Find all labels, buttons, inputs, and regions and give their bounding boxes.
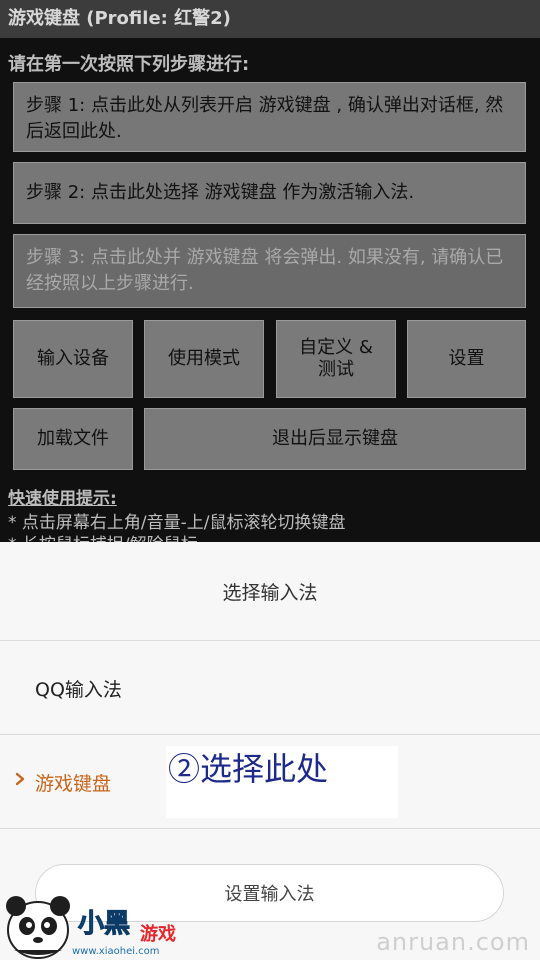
show-keyboard-on-exit-label: 退出后显示键盘	[272, 428, 398, 449]
app-title: 游戏键盘 (Profile: 红警2)	[8, 8, 231, 29]
main-panel: 请在第一次按照下列步骤进行: 步骤 1: 点击此处从列表开启 游戏键盘 , 确认…	[0, 38, 540, 555]
option-qq-input[interactable]: QQ输入法	[0, 641, 540, 733]
customize-test-button[interactable]: 自定义 & 测试	[276, 320, 396, 398]
step-3-label: 步骤 3: 点击此处并 游戏键盘 将会弹出. 如果没有, 请确认已经按照以上步骤…	[26, 247, 504, 294]
usage-mode-label: 使用模式	[168, 348, 240, 369]
intro-text: 请在第一次按照下列步骤进行:	[8, 54, 250, 75]
show-keyboard-on-exit-button[interactable]: 退出后显示键盘	[144, 408, 526, 470]
step-1-label: 步骤 1: 点击此处从列表开启 游戏键盘 , 确认弹出对话框, 然后返回此处.	[26, 95, 504, 142]
step-3-button[interactable]: 步骤 3: 点击此处并 游戏键盘 将会弹出. 如果没有, 请确认已经按照以上步骤…	[13, 234, 526, 308]
chevron-right-icon	[15, 772, 25, 786]
load-file-button[interactable]: 加载文件	[13, 408, 133, 470]
step-1-button[interactable]: 步骤 1: 点击此处从列表开启 游戏键盘 , 确认弹出对话框, 然后返回此处.	[13, 82, 526, 152]
input-device-label: 输入设备	[37, 348, 109, 369]
input-device-button[interactable]: 输入设备	[13, 320, 133, 398]
tips-title: 快速使用提示:	[8, 489, 117, 509]
divider	[0, 828, 540, 829]
picker-title: 选择输入法	[222, 582, 318, 604]
settings-button[interactable]: 设置	[407, 320, 526, 398]
step-2-button[interactable]: 步骤 2: 点击此处选择 游戏键盘 作为激活输入法.	[13, 162, 526, 224]
anruan-watermark: anruan.com	[376, 928, 530, 956]
setup-input-method-label: 设置输入法	[224, 884, 315, 905]
svg-text:游戏: 游戏	[140, 923, 176, 945]
annotation-text: ②选择此处	[168, 750, 329, 788]
customize-label-line1: 自定义 &	[299, 337, 373, 358]
step-2-label: 步骤 2: 点击此处选择 游戏键盘 作为激活输入法.	[26, 182, 415, 203]
option-label: QQ输入法	[35, 679, 122, 701]
option-label: 游戏键盘	[35, 773, 112, 795]
xiaohei-logo-watermark: 小黑 游戏 www.xiaohei.com	[6, 896, 176, 959]
app-title-bar: 游戏键盘 (Profile: 红警2)	[0, 0, 540, 38]
svg-text:www.xiaohei.com: www.xiaohei.com	[72, 946, 160, 957]
settings-label: 设置	[448, 348, 485, 369]
usage-mode-button[interactable]: 使用模式	[144, 320, 264, 398]
customize-label-line2: 测试	[318, 359, 354, 380]
load-file-label: 加载文件	[37, 428, 109, 449]
svg-text:小黑: 小黑	[78, 909, 130, 939]
